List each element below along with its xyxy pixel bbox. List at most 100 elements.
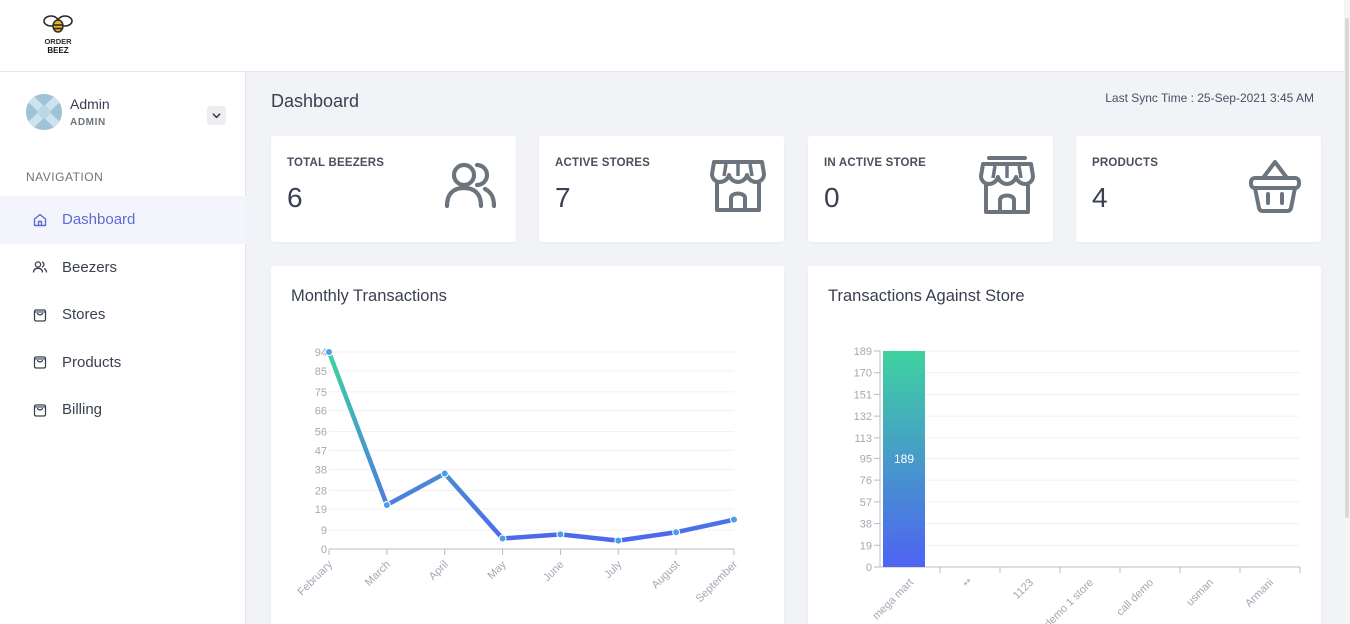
series-line — [326, 349, 737, 543]
sidebar-item-dashboard[interactable]: Dashboard — [0, 196, 246, 244]
y-tick-label: 151 — [854, 389, 872, 401]
data-point — [672, 528, 681, 537]
y-tick-label: 19 — [315, 504, 327, 516]
x-tick-label: September — [694, 558, 741, 605]
sidebar-item-beezers[interactable]: Beezers — [0, 244, 246, 292]
x-tick-label: demo 1 store — [1042, 577, 1096, 624]
x-tick-label: April — [427, 559, 451, 583]
sidebar-nav: Dashboard Beezers Stores Products Billin… — [0, 196, 246, 434]
sidebar-item-products[interactable]: Products — [0, 339, 246, 387]
shopping-bag-icon — [32, 354, 48, 370]
avatar[interactable] — [26, 94, 62, 130]
sidebar-item-billing[interactable]: Billing — [0, 386, 246, 434]
chart-title: Monthly Transactions — [291, 287, 447, 305]
x-tick-label: call demo — [1114, 577, 1156, 619]
monthly-transactions-card: Monthly Transactions 0 9 19 28 38 47 56 66 75 85 9… — [271, 266, 784, 624]
logo-text-order: ORDER — [44, 37, 72, 46]
user-role: ADMIN — [70, 117, 106, 128]
basket-icon — [1249, 160, 1301, 213]
y-tick-label: 76 — [860, 475, 872, 487]
data-point — [382, 500, 391, 509]
bar-data-label: 189 — [894, 452, 914, 466]
last-sync-time: Last Sync Time : 25-Sep-2021 3:45 AM — [1105, 91, 1314, 105]
shopping-bag-icon — [32, 402, 48, 418]
y-tick-label: 66 — [315, 406, 327, 418]
store-icon — [710, 160, 766, 212]
transactions-against-store-chart[interactable]: 0 19 38 57 76 95 113 132 151 170 189 189 mega mart **… — [808, 266, 1321, 624]
monthly-transactions-chart[interactable]: 09192838475666758594February March April Ma… — [271, 266, 784, 624]
stat-card-total-beezers[interactable]: TOTAL BEEZERS 6 — [271, 136, 516, 242]
user-profile: Admin ADMIN — [26, 94, 226, 134]
data-point — [325, 348, 333, 356]
y-tick-label: 57 — [860, 497, 872, 509]
x-tick-label: June — [541, 559, 566, 584]
stat-value: 0 — [824, 182, 840, 213]
y-tick-label: 113 — [854, 433, 872, 445]
order-beez-logo[interactable]: ORDER BEEZ — [40, 12, 76, 58]
stat-label: IN ACTIVE STORE — [824, 157, 927, 169]
y-tick-label: 47 — [315, 446, 327, 458]
x-tick-label: mega mart — [870, 577, 916, 623]
x-tick-label: Armani — [1243, 577, 1276, 610]
x-tick-label: July — [602, 558, 625, 581]
y-tick-label: 9 — [321, 525, 327, 537]
top-bar: ORDER BEEZ — [0, 0, 1350, 72]
sidebar-item-label: Dashboard — [62, 211, 136, 229]
y-tick-label: 132 — [854, 411, 872, 423]
users-icon — [32, 259, 48, 275]
sidebar-item-label: Products — [62, 353, 122, 371]
x-tick-label: August — [650, 559, 683, 592]
x-tick-label: usman — [1184, 577, 1216, 609]
data-point — [730, 515, 738, 524]
y-tick-label: 0 — [321, 544, 327, 556]
stat-card-active-stores[interactable]: ACTIVE STORES 7 — [539, 136, 784, 242]
users-icon — [444, 162, 497, 209]
x-tick-label: 1123 — [1011, 577, 1036, 602]
scrollbar-thumb[interactable] — [1345, 18, 1349, 518]
data-point — [440, 469, 449, 478]
sidebar-item-stores[interactable]: Stores — [0, 291, 246, 339]
x-tick-label: March — [363, 559, 393, 589]
y-tick-label: 95 — [860, 453, 872, 465]
chart-title: Transactions Against Store — [828, 287, 1025, 305]
stat-label: PRODUCTS — [1092, 157, 1159, 169]
logo-text-beez: BEEZ — [47, 46, 68, 55]
sidebar-item-label: Stores — [62, 306, 106, 324]
y-tick-label: 170 — [854, 368, 872, 380]
y-tick-label: 75 — [315, 387, 327, 399]
sidebar-item-label: Beezers — [62, 258, 118, 276]
y-tick-label: 85 — [315, 366, 327, 378]
data-point — [498, 534, 507, 543]
y-tick-label: 38 — [315, 464, 327, 476]
stat-value: 4 — [1092, 182, 1108, 213]
data-point — [614, 536, 623, 545]
y-tick-label: 38 — [860, 519, 872, 531]
stat-label: ACTIVE STORES — [555, 157, 651, 169]
stat-value: 6 — [287, 182, 303, 213]
store-icon — [979, 156, 1035, 214]
stat-label: TOTAL BEEZERS — [287, 157, 385, 169]
x-tick-label: ** — [962, 576, 977, 591]
sidebar-item-label: Billing — [62, 401, 103, 419]
home-icon — [32, 212, 48, 228]
data-point — [556, 530, 565, 539]
sidebar: Admin ADMIN NAVIGATION Dashboard Beezers… — [0, 72, 246, 624]
user-menu-toggle[interactable] — [207, 106, 226, 125]
y-tick-label: 56 — [315, 427, 327, 439]
y-tick-label: 0 — [866, 562, 872, 574]
y-tick-label: 189 — [854, 346, 872, 358]
stat-value: 7 — [555, 182, 571, 213]
scrollbar[interactable] — [1344, 0, 1350, 624]
chevron-down-icon — [212, 113, 221, 119]
y-tick-label: 19 — [860, 540, 872, 552]
shopping-bag-icon — [32, 307, 48, 323]
x-tick-label: February — [296, 558, 336, 598]
transactions-against-store-card: Transactions Against Store 0 19 38 57 76 95 11… — [808, 266, 1321, 624]
stat-card-inactive-stores[interactable]: IN ACTIVE STORE 0 — [808, 136, 1053, 242]
user-name: Admin — [70, 96, 110, 112]
nav-section-title: NAVIGATION — [26, 170, 104, 184]
stat-card-products[interactable]: PRODUCTS 4 — [1076, 136, 1321, 242]
y-tick-label: 28 — [315, 485, 327, 497]
x-tick-label: May — [486, 558, 510, 582]
page-title: Dashboard — [271, 91, 360, 111]
